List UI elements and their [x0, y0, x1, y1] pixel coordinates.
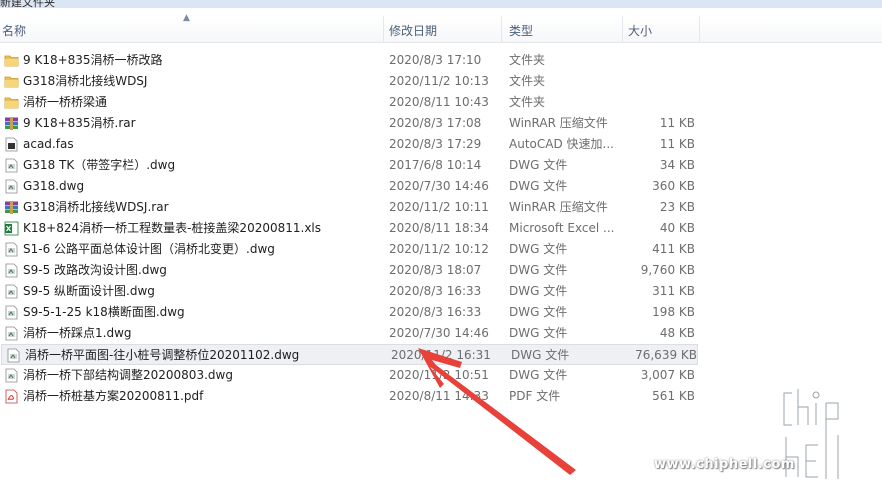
red-arrow-annotation	[418, 348, 576, 475]
watermark-text: www.chiphell.com	[654, 457, 795, 472]
